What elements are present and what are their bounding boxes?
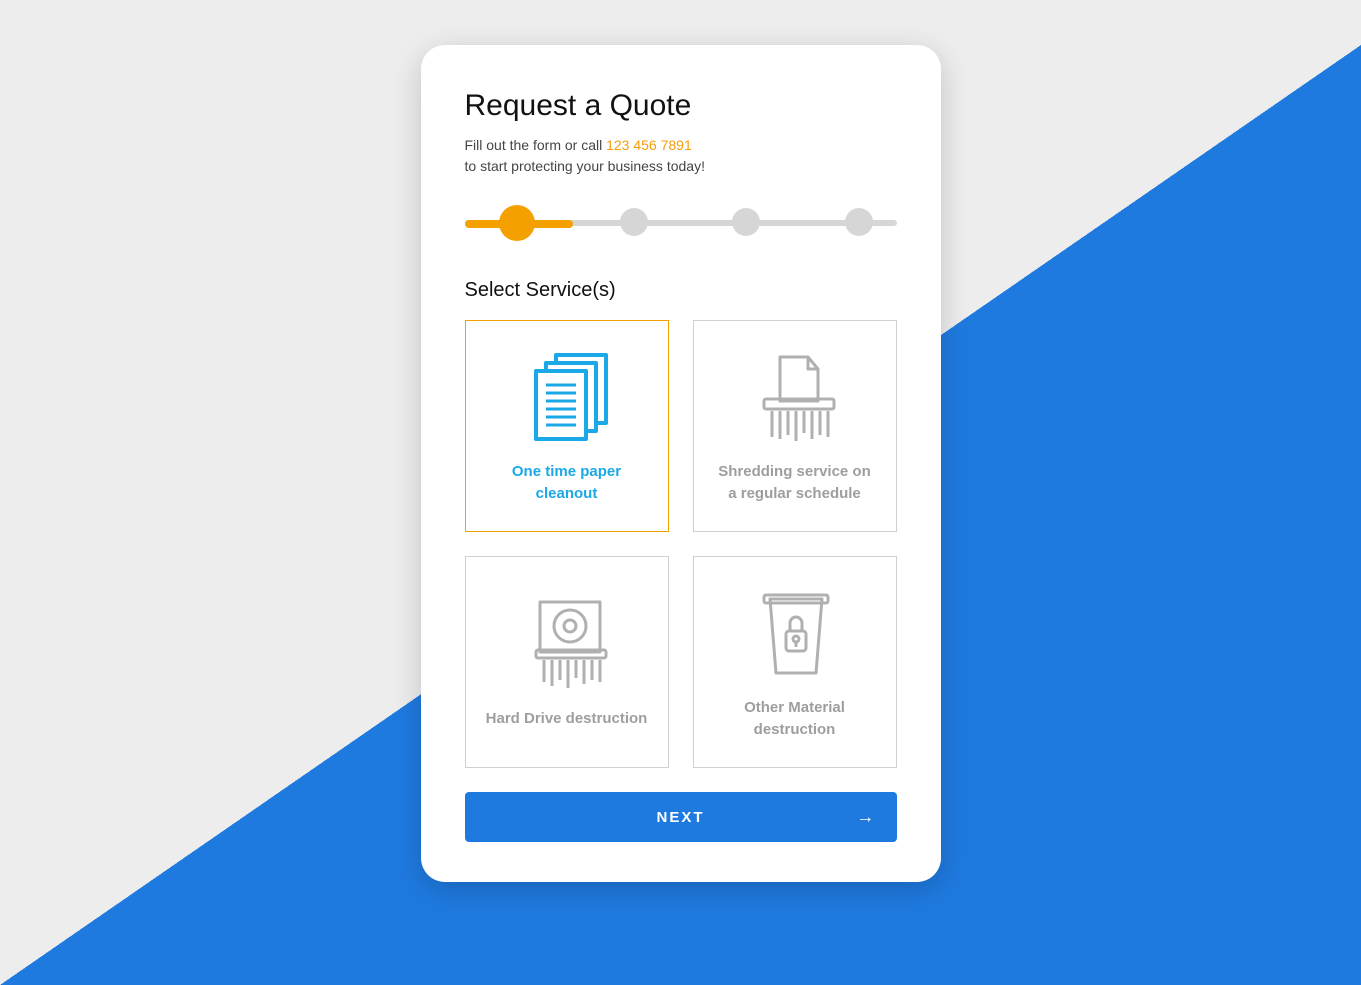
service-option-one-time-paper[interactable]: One time paper cleanout xyxy=(465,320,669,532)
progress-step-3 xyxy=(732,208,760,236)
quote-card: Request a Quote Fill out the form or cal… xyxy=(421,45,941,882)
subtitle-line-2: to start protecting your business today! xyxy=(465,156,897,177)
service-option-regular-shredding[interactable]: Shredding service on a regular schedule xyxy=(693,320,897,532)
hard-drive-shred-icon xyxy=(522,594,612,694)
service-label: Shredding service on a regular schedule xyxy=(714,461,876,505)
phone-link[interactable]: 123 456 7891 xyxy=(606,137,692,153)
progress-step-1 xyxy=(499,205,535,241)
page-title: Request a Quote xyxy=(465,89,897,123)
services-section-title: Select Service(s) xyxy=(465,279,897,302)
next-button-label: NEXT xyxy=(656,809,704,826)
arrow-right-icon: → xyxy=(857,807,877,828)
service-label: Other Material destruction xyxy=(714,697,876,741)
shredder-icon xyxy=(750,347,840,447)
service-option-other-material[interactable]: Other Material destruction xyxy=(693,556,897,768)
progress-step-4 xyxy=(845,208,873,236)
progress-step-2 xyxy=(620,208,648,236)
locked-bin-icon xyxy=(750,583,840,683)
documents-icon xyxy=(522,347,612,447)
services-grid: One time paper cleanout xyxy=(465,320,897,768)
service-label: One time paper cleanout xyxy=(486,461,648,505)
service-label: Hard Drive destruction xyxy=(486,708,648,730)
subtitle-line-1: Fill out the form or call 123 456 7891 xyxy=(465,135,897,156)
next-button[interactable]: NEXT → xyxy=(465,792,897,842)
service-option-hard-drive[interactable]: Hard Drive destruction xyxy=(465,556,669,768)
subtitle-prefix: Fill out the form or call xyxy=(465,137,607,153)
progress-bar xyxy=(465,205,897,241)
